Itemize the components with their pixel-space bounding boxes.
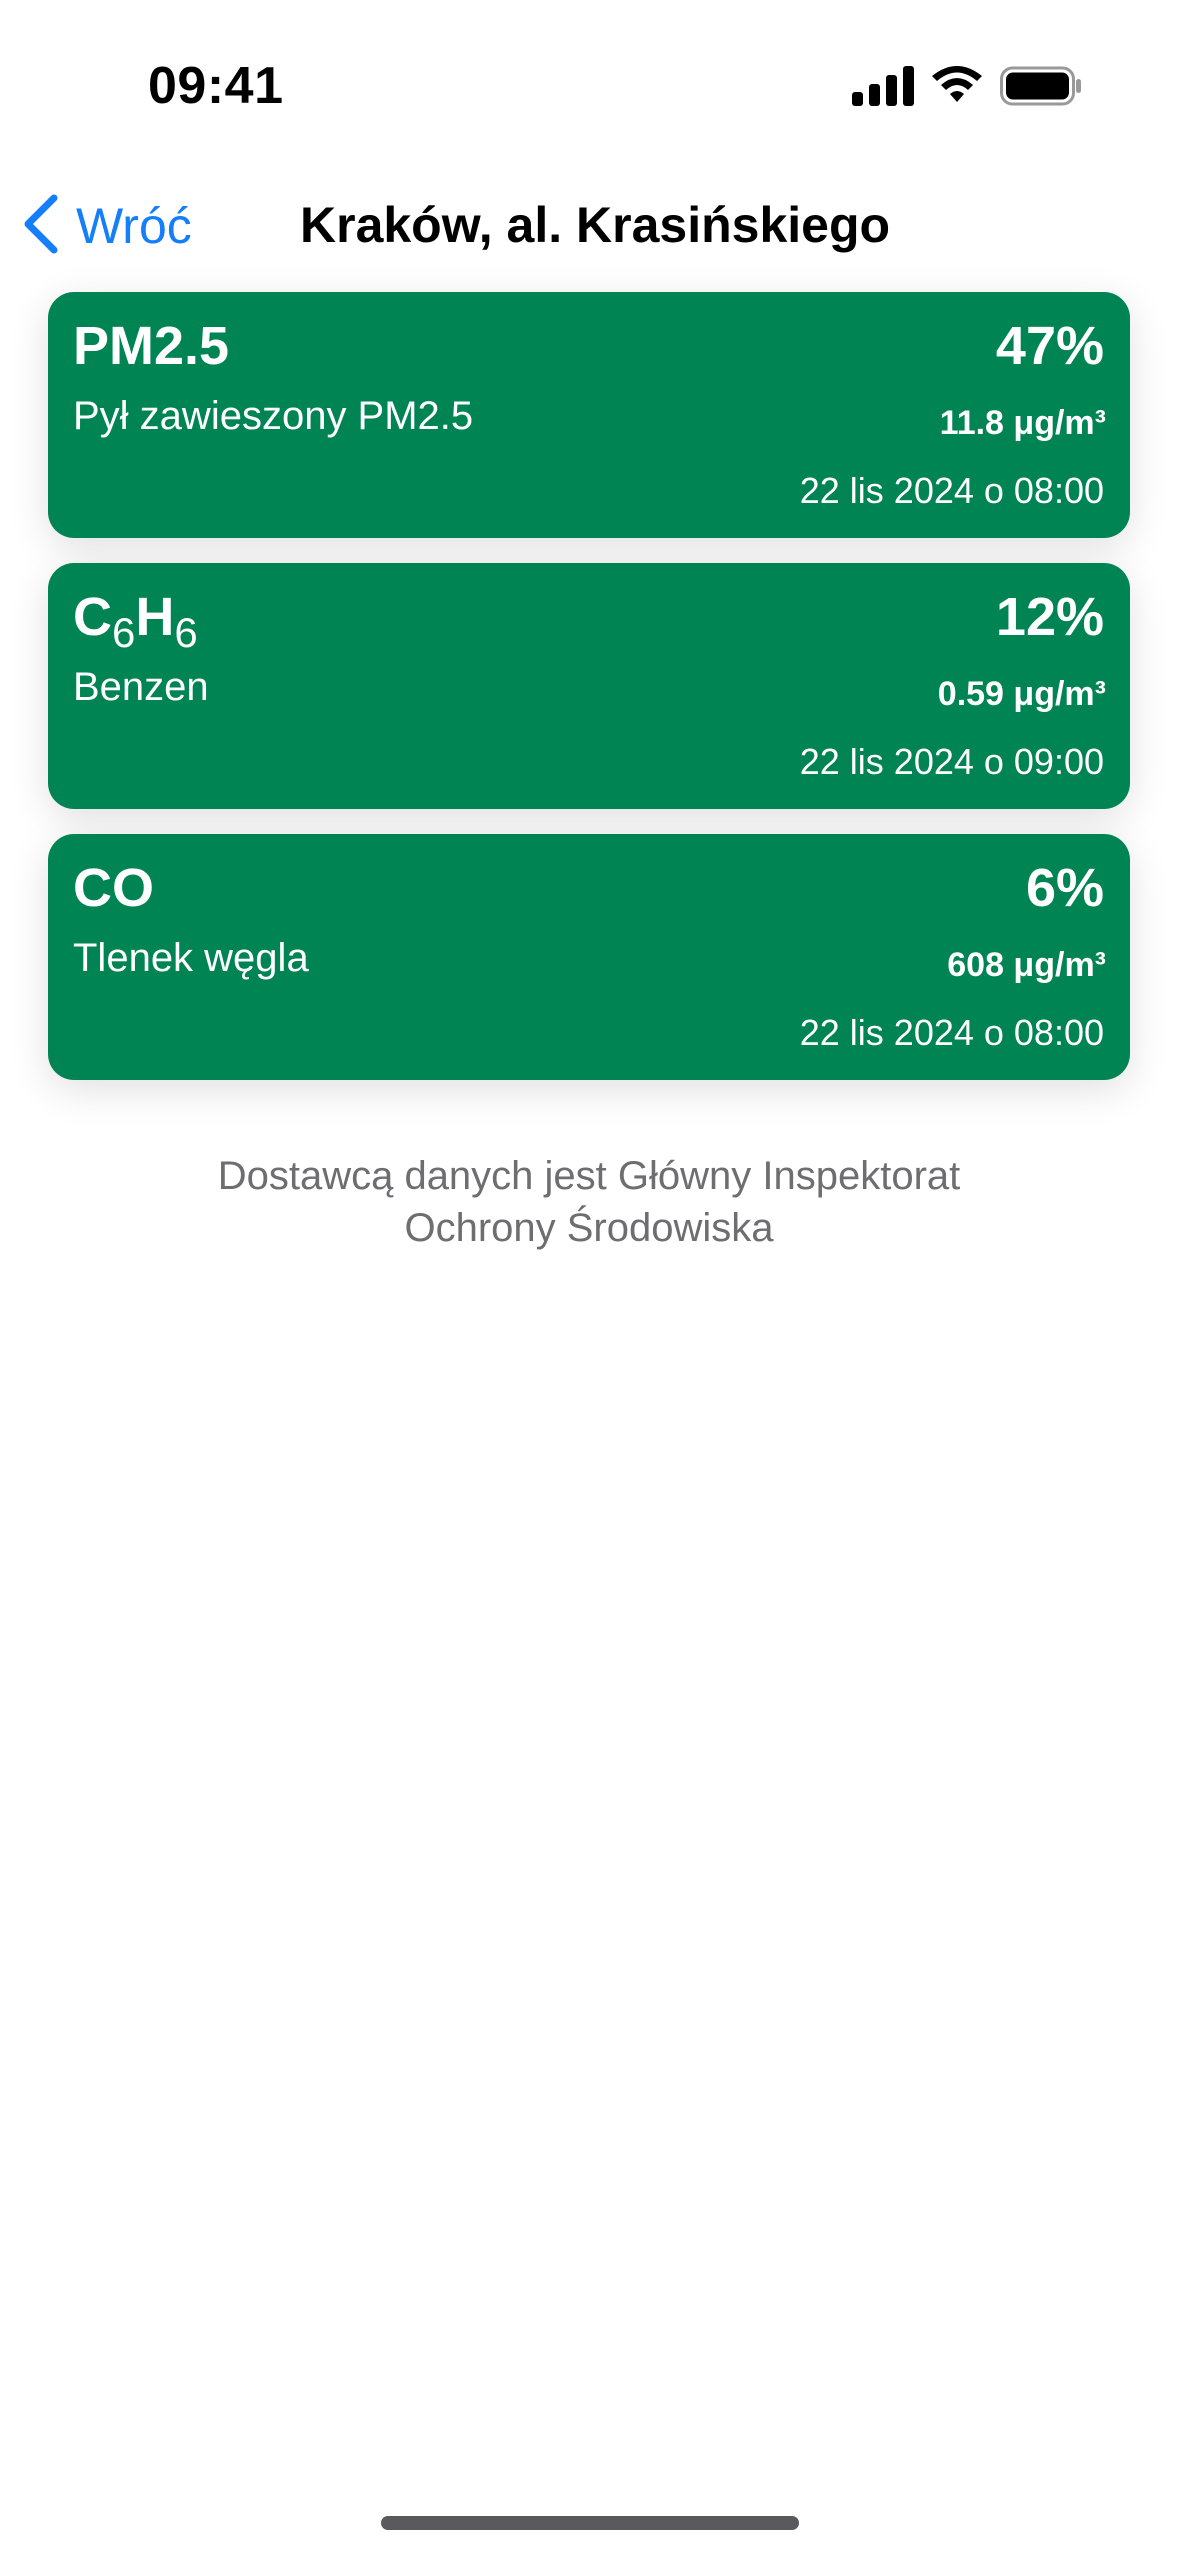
pollutant-name: Pył zawieszony PM2.5: [73, 394, 474, 438]
credit-line: Ochrony Środowiska: [404, 1206, 774, 1250]
cellular-signal-icon: [852, 65, 914, 111]
pollutant-symbol: C6H6: [73, 585, 198, 658]
status-icons: [852, 64, 1082, 112]
pollutant-value: 0.59 μg/m³: [937, 675, 1106, 713]
data-provider-credit: Dostawcą danych jest Główny Inspektorat …: [0, 1150, 1178, 1254]
symbol-part: C: [73, 587, 112, 647]
page-title: Kraków, al. Krasińskiego: [300, 197, 891, 253]
symbol-subscript: 6: [112, 609, 136, 656]
measurement-card-co[interactable]: CO Tlenek węgla 6% 608 μg/m³ 22 lis 2024…: [48, 834, 1130, 1080]
pollutant-name: Tlenek węgla: [73, 936, 309, 980]
chevron-left-icon: [22, 194, 62, 259]
measurement-card-pm25[interactable]: PM2.5 Pył zawieszony PM2.5 47% 11.8 μg/m…: [48, 292, 1130, 538]
status-bar: 09:41: [0, 0, 1178, 150]
measurement-date: 22 lis 2024 o 09:00: [799, 741, 1104, 782]
pollutant-value: 11.8 μg/m³: [939, 404, 1106, 442]
measurement-date: 22 lis 2024 o 08:00: [799, 470, 1104, 511]
back-label: Wróć: [76, 198, 192, 254]
home-indicator[interactable]: [381, 2516, 799, 2530]
pollutant-symbol: CO: [73, 858, 154, 918]
pollutant-value: 608 μg/m³: [947, 946, 1106, 984]
measurement-list: PM2.5 Pył zawieszony PM2.5 47% 11.8 μg/m…: [48, 292, 1130, 1105]
credit-line: Dostawcą danych jest Główny Inspektorat: [217, 1154, 961, 1198]
status-time: 09:41: [148, 57, 284, 115]
measurement-card-c6h6[interactable]: C6H6 Benzen 12% 0.59 μg/m³ 22 lis 2024 o…: [48, 563, 1130, 809]
pollutant-name: Benzen: [73, 665, 209, 709]
battery-icon: [1000, 66, 1082, 111]
measurement-date: 22 lis 2024 o 08:00: [799, 1012, 1104, 1053]
pollutant-percent: 6%: [1025, 858, 1104, 918]
pollutant-percent: 12%: [995, 587, 1104, 647]
symbol-part: H: [135, 587, 175, 647]
pollutant-percent: 47%: [995, 316, 1104, 376]
pollutant-symbol: PM2.5: [73, 316, 230, 376]
wifi-icon: [930, 65, 984, 111]
back-button[interactable]: Wróć: [22, 194, 192, 258]
navigation-bar: Wróć Kraków, al. Krasińskiego: [0, 180, 1178, 270]
symbol-subscript: 6: [174, 609, 198, 656]
